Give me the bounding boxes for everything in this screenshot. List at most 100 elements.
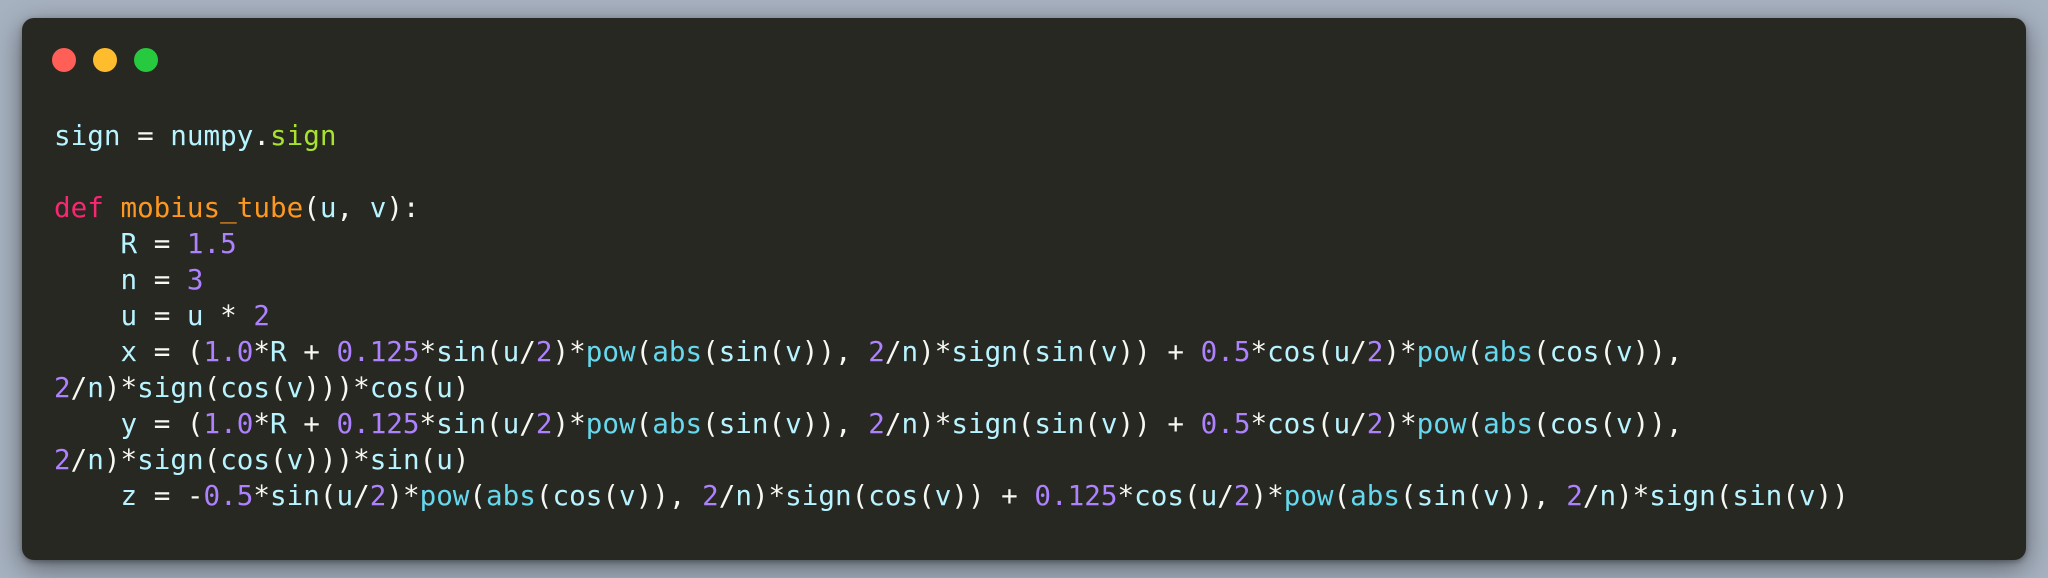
code-operator: )))* xyxy=(303,443,370,476)
code-punctuation: ( xyxy=(419,443,437,476)
code-identifier: sin xyxy=(436,335,487,368)
code-operator: / xyxy=(1217,479,1234,512)
code-punctuation: ( xyxy=(1466,407,1484,440)
code-builtin-call: abs xyxy=(652,407,703,440)
code-identifier: sign xyxy=(1649,479,1716,512)
code-number: 2 xyxy=(702,479,719,512)
code-identifier: sin xyxy=(369,443,420,476)
code-identifier: sign xyxy=(951,335,1018,368)
code-punctuation: ( xyxy=(1400,479,1417,512)
code-operator: = ( xyxy=(137,335,204,368)
window-controls xyxy=(52,48,158,72)
code-identifier: u xyxy=(186,299,204,332)
code-punctuation: ( xyxy=(1715,479,1733,512)
code-operator: )) + xyxy=(1117,335,1201,368)
code-operator: / xyxy=(884,407,902,440)
code-identifier: n xyxy=(1599,479,1617,512)
code-builtin-call: abs xyxy=(1483,407,1533,440)
code-number: 0.5 xyxy=(1200,335,1251,368)
code-identifier: cos xyxy=(552,479,603,512)
code-identifier: R xyxy=(54,227,138,260)
code-number: 0.125 xyxy=(336,335,420,368)
code-operator: )* xyxy=(1616,479,1650,512)
code-punctuation: ( xyxy=(1466,479,1484,512)
code-number: 0.125 xyxy=(1034,479,1118,512)
code-identifier: u xyxy=(1333,407,1351,440)
code-identifier: sin xyxy=(1034,407,1085,440)
code-identifier: z xyxy=(54,479,138,512)
code-operator: / xyxy=(519,407,536,440)
code-number: 0.125 xyxy=(336,407,420,440)
code-punctuation: ( xyxy=(918,479,935,512)
code-identifier: sign xyxy=(951,407,1018,440)
code-punctuation: ) xyxy=(452,371,470,404)
code-punctuation: ( xyxy=(1599,335,1617,368)
code-identifier: sign xyxy=(137,371,204,404)
code-operator: / xyxy=(519,335,536,368)
code-operator: / xyxy=(718,479,736,512)
maximize-button[interactable] xyxy=(134,48,158,72)
code-identifier: n xyxy=(87,443,104,476)
code-identifier: n xyxy=(54,263,138,296)
code-punctuation: ( xyxy=(768,407,786,440)
code-number: 2 xyxy=(54,443,71,476)
code-number: 0.5 xyxy=(203,479,254,512)
code-operator: * xyxy=(1117,479,1135,512)
code-punctuation: ( xyxy=(602,479,619,512)
code-line: n = 3 xyxy=(54,262,2006,298)
code-operator: + xyxy=(286,335,337,368)
code-punctuation: ( xyxy=(486,407,503,440)
code-punctuation: ( xyxy=(768,335,786,368)
code-operator: / xyxy=(1350,407,1367,440)
code-identifier: sin xyxy=(718,407,769,440)
code-identifier: v xyxy=(1100,407,1118,440)
code-operator: / xyxy=(70,371,88,404)
code-identifier: u xyxy=(54,299,138,332)
code-punctuation: ( xyxy=(635,407,653,440)
code-identifier: v xyxy=(1798,479,1816,512)
code-line: def mobius_tube(u, v): xyxy=(54,190,2006,226)
code-punctuation: ( xyxy=(1532,335,1550,368)
code-identifier: u xyxy=(319,191,337,224)
code-identifier: v xyxy=(286,371,304,404)
code-operator: )* xyxy=(386,479,420,512)
close-button[interactable] xyxy=(52,48,76,72)
code-line: z = -0.5*sin(u/2)*pow(abs(cos(v)), 2/n)*… xyxy=(54,478,2006,514)
code-identifier: u xyxy=(1333,335,1351,368)
code-punctuation: ( xyxy=(635,335,653,368)
minimize-button[interactable] xyxy=(93,48,117,72)
code-identifier: v xyxy=(1483,479,1500,512)
code-punctuation: )), xyxy=(1499,479,1567,512)
code-operator: = xyxy=(137,263,187,296)
code-identifier: cos xyxy=(220,443,271,476)
code-punctuation: )), xyxy=(1632,335,1683,368)
code-identifier: v xyxy=(785,335,802,368)
code-identifier: sign xyxy=(785,479,852,512)
code-identifier: cos xyxy=(1134,479,1184,512)
code-identifier: cos xyxy=(868,479,919,512)
code-identifier: sin xyxy=(436,407,487,440)
code-keyword: def xyxy=(54,191,121,224)
code-operator: )* xyxy=(751,479,786,512)
code-operator: )) + xyxy=(1117,407,1201,440)
code-identifier: sin xyxy=(1732,479,1783,512)
code-operator: * xyxy=(253,335,270,368)
code-punctuation: ( xyxy=(702,407,719,440)
code-operator: / xyxy=(1350,335,1367,368)
code-punctuation: ( xyxy=(203,371,221,404)
code-builtin-call: abs xyxy=(1350,479,1401,512)
code-punctuation: ( xyxy=(1782,479,1799,512)
code-operator: . xyxy=(253,119,270,152)
code-operator: )* xyxy=(1383,335,1417,368)
code-line: x = (1.0*R + 0.125*sin(u/2)*pow(abs(sin(… xyxy=(54,334,2006,370)
code-operator: * xyxy=(203,299,254,332)
code-punctuation: ( xyxy=(535,479,553,512)
code-number: 2 xyxy=(1233,479,1251,512)
code-line: u = u * 2 xyxy=(54,298,2006,334)
code-operator: * xyxy=(1250,335,1268,368)
code-identifier: cos xyxy=(1549,407,1600,440)
code-identifier: u xyxy=(1200,479,1218,512)
code-operator: )* xyxy=(1250,479,1284,512)
code-number: 1.5 xyxy=(186,227,237,260)
